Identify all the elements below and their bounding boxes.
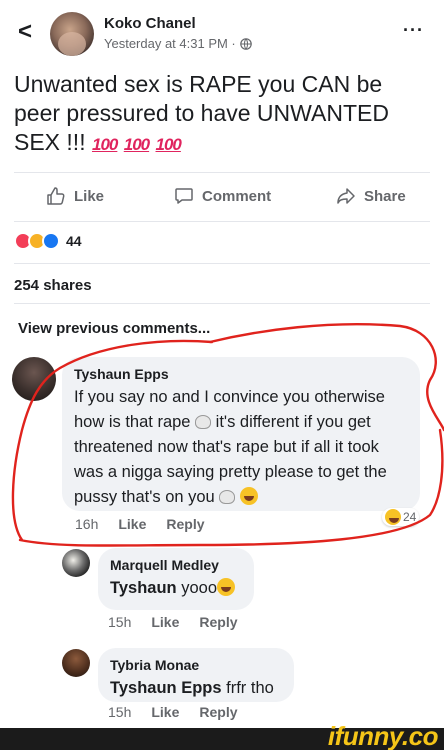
comment-label: Comment [202,187,272,205]
comment-icon [175,188,193,204]
comment-like-button[interactable]: Like [118,516,146,532]
globe-icon [239,37,252,50]
share-button[interactable]: Share [336,186,406,206]
comment-actions: 15h Like Reply [108,704,238,720]
reply-bubble: Marquell Medley Tyshaun yooo [98,548,254,610]
like-reaction-icon [42,232,60,250]
laughing-emoji-icon [217,578,235,596]
commenter-avatar[interactable] [12,357,56,401]
divider [14,263,430,264]
mention-link[interactable]: Tyshaun Epps [110,679,222,697]
comment-text: Tyshaun yooo [110,576,242,601]
hundred-emoji-icon: 100 [91,135,118,154]
comment-text: Tyshaun Epps frfr tho [110,676,282,701]
comment-reply-button[interactable]: Reply [199,614,237,630]
comment-text-part: yooo [181,579,217,597]
like-label: Like [74,187,105,205]
skull-emoji-icon [195,415,212,429]
post-body: Unwanted sex is RAPE you CAN be peer pre… [14,71,389,155]
comment-reply-button[interactable]: Reply [166,516,204,532]
mention-link[interactable]: Tyshaun [110,579,177,597]
post-meta: Yesterday at 4:31 PM · [104,36,252,51]
comment-button[interactable]: Comment [174,186,271,206]
comment-time[interactable]: 15h [108,704,131,720]
laughing-emoji-icon [385,509,401,525]
divider [14,303,430,304]
comment-bubble: Tyshaun Epps If you say no and I convinc… [62,357,420,511]
ifunny-watermark: ifunny.co [327,721,439,750]
comment-actions: 16h Like Reply [75,516,205,532]
comment-reply-button[interactable]: Reply [199,704,237,720]
commenter-name[interactable]: Tybria Monae [110,656,282,674]
laughing-emoji-icon [239,487,258,505]
poster-name[interactable]: Koko Chanel [104,15,196,32]
skull-emoji-icon [219,490,236,504]
comment-text-part: frfr tho [226,679,274,697]
more-options-icon[interactable]: ··· [403,20,424,41]
back-arrow-icon[interactable]: < [18,20,32,44]
divider [14,221,430,222]
comment-reaction-count: 24 [403,510,417,524]
comment-time[interactable]: 16h [75,516,98,532]
commenter-name[interactable]: Marquell Medley [110,556,242,574]
hundred-emoji-icon: 100 [155,135,182,154]
post-text: Unwanted sex is RAPE you CAN be peer pre… [14,70,434,159]
thumbs-up-icon [47,187,65,205]
view-previous-comments-link[interactable]: View previous comments... [18,320,210,337]
commenter-avatar[interactable] [62,549,90,577]
reply-bubble: Tybria Monae Tyshaun Epps frfr tho [98,648,294,702]
share-label: Share [364,187,406,205]
comment-like-button[interactable]: Like [151,704,179,720]
comment-like-button[interactable]: Like [151,614,179,630]
post-time[interactable]: Yesterday at 4:31 PM · [104,36,236,51]
divider [14,172,430,173]
reaction-count: 44 [66,233,82,249]
poster-avatar[interactable] [50,12,94,56]
comment-reaction-badge[interactable]: 24 [382,508,420,526]
comment-actions: 15h Like Reply [108,614,238,630]
post-header: < Koko Chanel Yesterday at 4:31 PM · ··· [0,0,444,62]
comment-time[interactable]: 15h [108,614,131,630]
reactions-summary[interactable]: 44 [14,232,82,250]
hundred-emoji-icon: 100 [123,135,150,154]
shares-count[interactable]: 254 shares [14,277,92,294]
watermark-bar: ifunny.co [0,722,444,750]
commenter-avatar[interactable] [62,649,90,677]
commenter-name[interactable]: Tyshaun Epps [74,365,408,383]
comment-text: If you say no and I convince you otherwi… [74,385,408,510]
share-icon [337,188,355,204]
like-button[interactable]: Like [46,186,104,206]
action-bar: Like Comment Share [0,182,444,216]
